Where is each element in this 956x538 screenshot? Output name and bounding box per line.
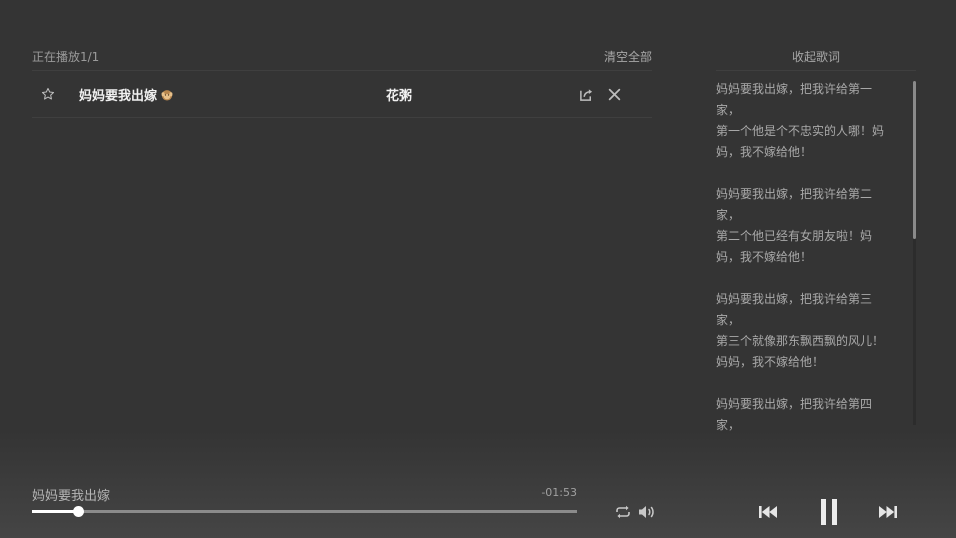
progress-bar[interactable] [32,506,577,517]
lyric-line: 妈妈要我出嫁，把我许给第三家， [716,292,873,327]
time-remaining: -01:53 [541,486,577,499]
lyric-paragraph: 妈妈要我出嫁，把我许给第三家， 第三个就像那东飘西飘的风儿！妈妈，我不嫁给他！ [716,289,888,373]
playlist-panel: 正在播放1/1 清空全部 妈妈要我出嫁 花粥 [32,42,652,118]
lyric-paragraph: 妈妈要我出嫁，把我许给第二家， 第二个他已经有女朋友啦！妈妈，我不嫁给他！ [716,184,888,268]
music-player-window: 正在播放1/1 清空全部 妈妈要我出嫁 花粥 收起歌词 妈妈要我出嫁，把我许给第… [0,0,956,538]
progress-fill [32,510,78,513]
share-icon[interactable] [578,86,594,102]
volume-icon[interactable] [637,504,657,520]
previous-track-icon[interactable] [756,502,780,522]
song-title-text: 妈妈要我出嫁 [79,88,158,104]
clear-all-button[interactable]: 清空全部 [604,48,652,65]
lyric-line: 妈妈要我出嫁，把我许给第一家， [716,82,873,117]
lyrics-body: 妈妈要我出嫁，把我许给第一家， 第一个他是个不忠实的人哪！妈妈，我不嫁给他！ 妈… [716,71,916,431]
collapse-lyrics-button[interactable]: 收起歌词 [716,42,916,71]
pause-icon[interactable] [816,496,842,528]
repeat-icon[interactable] [614,504,632,520]
song-artist[interactable]: 花粥 [386,85,412,104]
playlist-header: 正在播放1/1 清空全部 [32,42,652,71]
song-title[interactable]: 妈妈要我出嫁 [79,85,173,104]
lyric-line: 妈妈要我出嫁，把我许给第二家， [716,187,873,222]
row-actions [578,86,622,102]
lyric-paragraph: 妈妈要我出嫁，把我许给第四家， [716,394,888,431]
lyrics-scrollbar[interactable] [913,81,916,425]
lyric-line: 第二个他已经有女朋友啦！妈妈，我不嫁给他！ [716,229,873,264]
lyrics-panel: 收起歌词 妈妈要我出嫁，把我许给第一家， 第一个他是个不忠实的人哪！妈妈，我不嫁… [716,42,916,431]
now-playing-count: 正在播放1/1 [32,49,100,64]
favorite-star-icon[interactable] [40,86,56,102]
progress-knob[interactable] [72,506,84,517]
hear-no-evil-monkey-icon [161,89,173,101]
lyric-paragraph: 妈妈要我出嫁，把我许给第一家， 第一个他是个不忠实的人哪！妈妈，我不嫁给他！ [716,79,888,163]
lyric-line: 第一个他是个不忠实的人哪！妈妈，我不嫁给他！ [716,124,885,159]
next-track-icon[interactable] [876,502,900,522]
remove-icon[interactable] [606,86,622,102]
lyric-line: 妈妈要我出嫁，把我许给第四家， [716,397,873,431]
lyrics-scrollbar-thumb[interactable] [913,81,916,239]
lyric-line: 第三个就像那东飘西飘的风儿！妈妈，我不嫁给他！ [716,334,885,369]
current-song-title: 妈妈要我出嫁 [32,489,111,504]
playlist-row[interactable]: 妈妈要我出嫁 花粥 [32,71,652,118]
